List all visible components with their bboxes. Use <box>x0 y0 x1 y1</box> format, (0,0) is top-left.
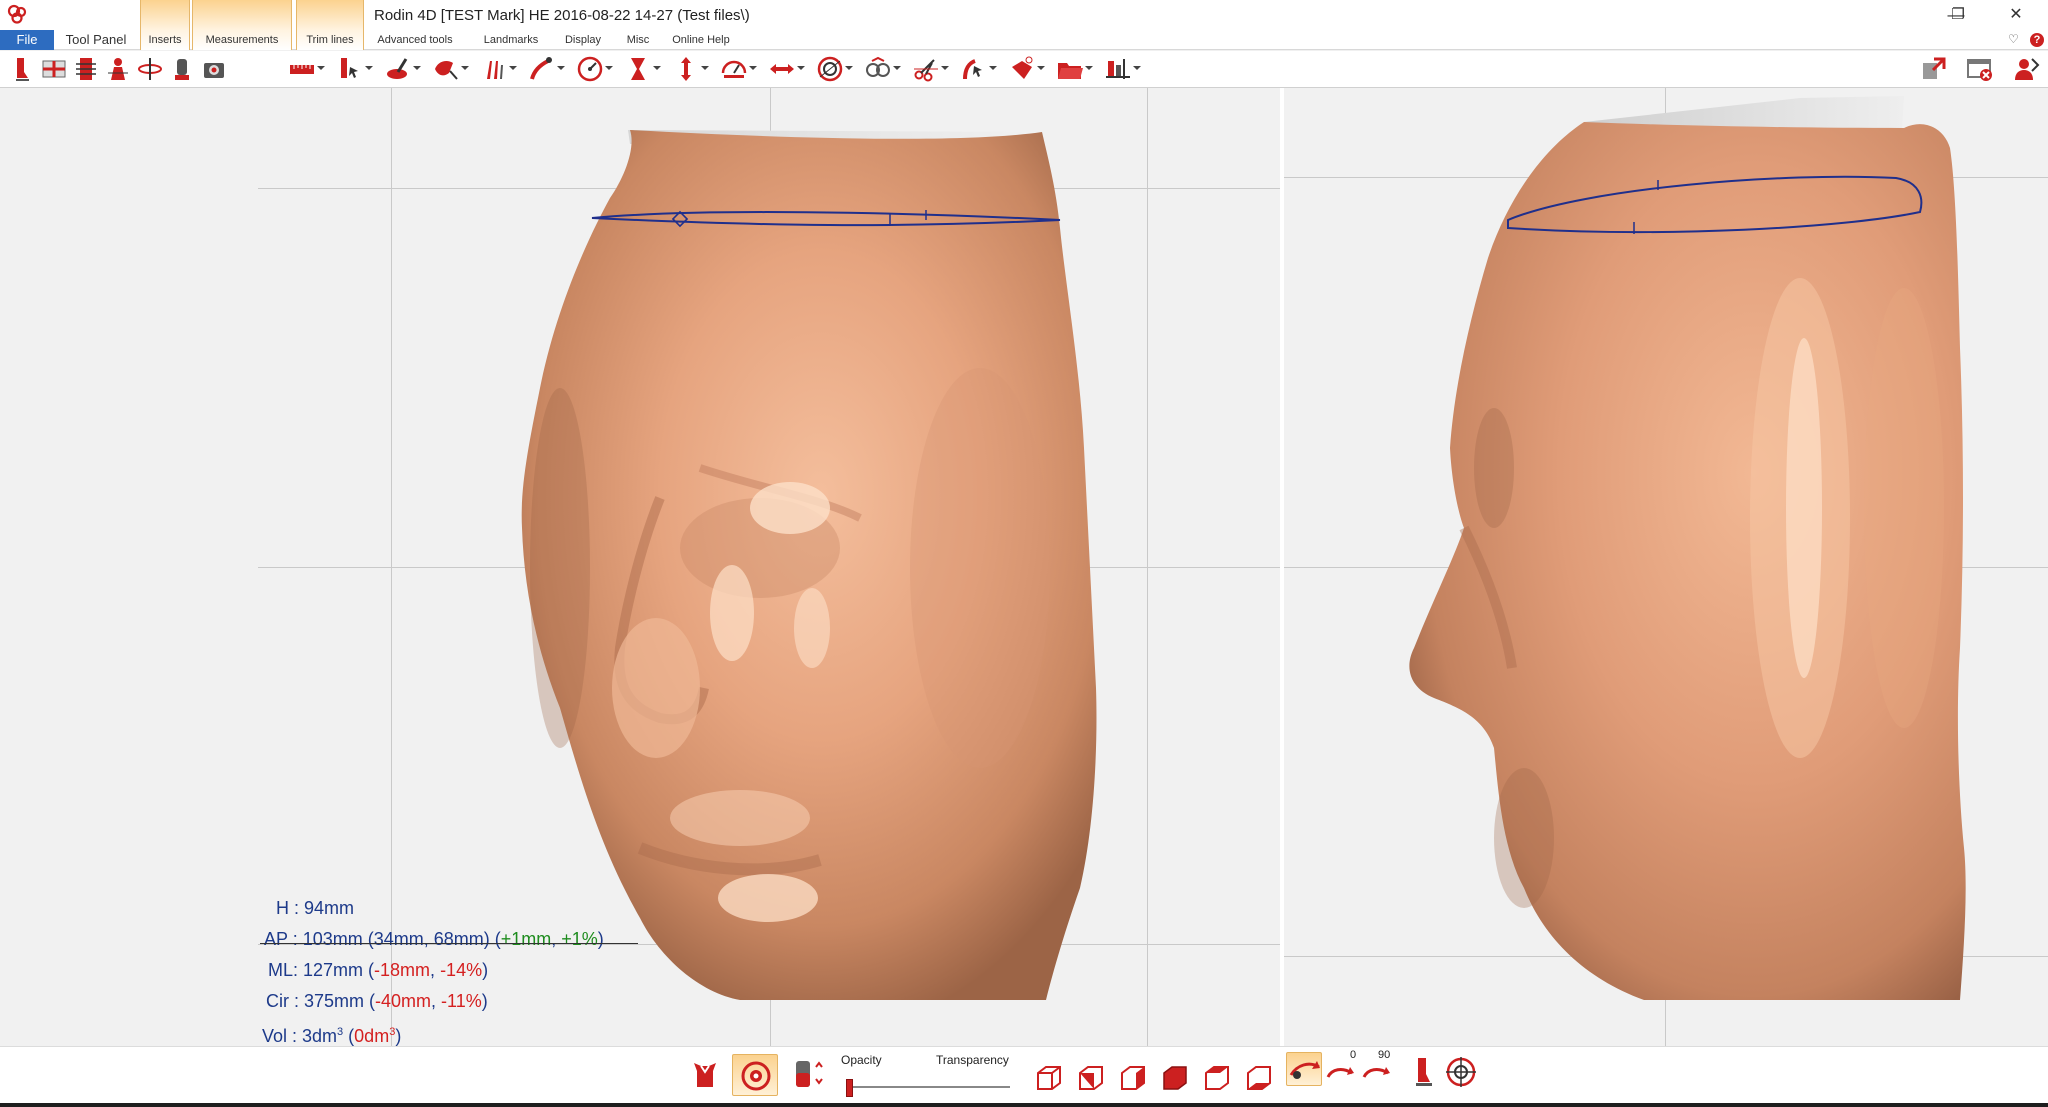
taskbar-edge <box>0 1103 2048 1107</box>
basic-tools-dropdown[interactable] <box>480 55 517 83</box>
face-model-front[interactable] <box>0 88 1280 1046</box>
tab-file[interactable]: File <box>0 30 54 50</box>
cut-dropdown[interactable] <box>912 55 949 83</box>
camera-icon[interactable] <box>200 55 228 83</box>
sculpt-dropdown[interactable] <box>384 55 421 83</box>
bottom-toolbar: Opacity Transparency 0 90 <box>0 1046 2048 1103</box>
cube-view-bottom-icon[interactable] <box>1242 1061 1276 1095</box>
cube-view-left-icon[interactable] <box>1074 1061 1108 1095</box>
vertical-stretch-dropdown[interactable] <box>672 55 709 83</box>
measure-height: H : 94mm <box>276 898 355 918</box>
window-title: Rodin 4D [TEST Mark] HE 2016-08-22 14-27… <box>374 7 750 24</box>
rotate-axis-icon[interactable] <box>136 55 164 83</box>
rotate-free-icon <box>1289 1061 1320 1079</box>
merge-dropdown[interactable] <box>864 55 901 83</box>
front-viewport[interactable] <box>0 88 1280 1046</box>
gauge-dropdown[interactable] <box>720 55 757 83</box>
open-folder-dropdown[interactable] <box>1056 55 1093 83</box>
select-point-dropdown[interactable] <box>336 55 373 83</box>
horizontal-stretch-dropdown[interactable] <box>768 55 805 83</box>
rotate-free-button[interactable] <box>1286 1052 1322 1086</box>
face-model-side[interactable] <box>1284 88 2048 1046</box>
user-account-icon[interactable] <box>2012 55 2040 83</box>
view-toggle-button[interactable] <box>732 1054 778 1096</box>
ribbon-collapse-icon[interactable]: ♡ <box>2008 32 2019 46</box>
tab-trim-lines[interactable]: Trim lines <box>296 0 364 50</box>
leg-model-icon[interactable] <box>8 55 36 83</box>
tab-advanced-tools[interactable]: Advanced tools <box>370 30 460 50</box>
rodin-logo-icon <box>7 4 27 24</box>
ruler-dropdown[interactable] <box>288 55 325 83</box>
opacity-slider-track[interactable] <box>846 1086 1010 1088</box>
cube-view-top-icon[interactable] <box>1200 1061 1234 1095</box>
radius-target-dropdown[interactable] <box>576 55 613 83</box>
crosshair-target-icon[interactable] <box>1444 1055 1478 1089</box>
opacity-label: Opacity <box>841 1053 882 1067</box>
eye-target-icon <box>741 1061 771 1091</box>
tab-display[interactable]: Display <box>558 30 608 50</box>
point-cursor-dropdown[interactable] <box>960 55 997 83</box>
tab-measurements[interactable]: Measurements <box>192 0 292 50</box>
export-icon[interactable] <box>1920 55 1948 83</box>
bucket-dropdown[interactable] <box>1008 55 1045 83</box>
tab-landmarks[interactable]: Landmarks <box>476 30 546 50</box>
curve-pen-dropdown[interactable] <box>528 55 565 83</box>
close-document-icon[interactable] <box>1966 55 1994 83</box>
cube-view-back-icon[interactable] <box>1158 1061 1192 1095</box>
measurements-readout: H : 94mm AP : 103mm (34mm, 68mm) (+1mm, … <box>256 893 604 1052</box>
slice-icon[interactable] <box>72 55 100 83</box>
transparency-label: Transparency <box>936 1053 1009 1067</box>
measure-circumference: Cir : 375mm (-40mm, -11%) <box>266 991 488 1011</box>
rotate-90-label: 90 <box>1378 1049 1391 1061</box>
restore-button[interactable]: ❐ <box>1938 2 1978 28</box>
align-tools-dropdown[interactable] <box>1104 55 1141 83</box>
cube-view-right-icon[interactable] <box>1116 1061 1150 1095</box>
hourglass-dropdown[interactable] <box>624 55 661 83</box>
measure-ap: AP : 103mm (34mm, 68mm) (+1mm, +1%) <box>264 929 604 949</box>
main-toolbar <box>0 51 2048 88</box>
torso-icon[interactable] <box>688 1057 722 1091</box>
paint-area-dropdown[interactable] <box>432 55 469 83</box>
circle-measure-dropdown[interactable] <box>816 55 853 83</box>
cube-view-front-icon[interactable] <box>1032 1061 1066 1095</box>
leg-view-icon[interactable] <box>1406 1055 1440 1089</box>
cylinder-layers-icon[interactable] <box>790 1057 824 1091</box>
ribbon-tabs: File Tool Panel Inserts Measurements Tri… <box>0 0 2048 50</box>
help-icon[interactable]: ? <box>2030 33 2044 47</box>
figure-icon[interactable] <box>104 55 132 83</box>
measure-underline <box>260 943 638 944</box>
grid-cut-icon[interactable] <box>40 55 68 83</box>
close-button[interactable]: ✕ <box>1996 2 2036 28</box>
stump-icon[interactable] <box>168 55 196 83</box>
tab-misc[interactable]: Misc <box>618 30 658 50</box>
side-viewport[interactable] <box>1284 88 2048 1046</box>
app-window: Rodin 4D [TEST Mark] HE 2016-08-22 14-27… <box>0 0 2048 1107</box>
tab-online-help[interactable]: Online Help <box>664 30 738 50</box>
tab-tool-panel[interactable]: Tool Panel <box>58 30 134 50</box>
tab-inserts[interactable]: Inserts <box>140 0 190 50</box>
opacity-slider-thumb[interactable] <box>846 1079 853 1097</box>
rotate-0-label: 0 <box>1350 1049 1357 1061</box>
measure-ml: ML: 127mm (-18mm, -14%) <box>268 960 489 980</box>
